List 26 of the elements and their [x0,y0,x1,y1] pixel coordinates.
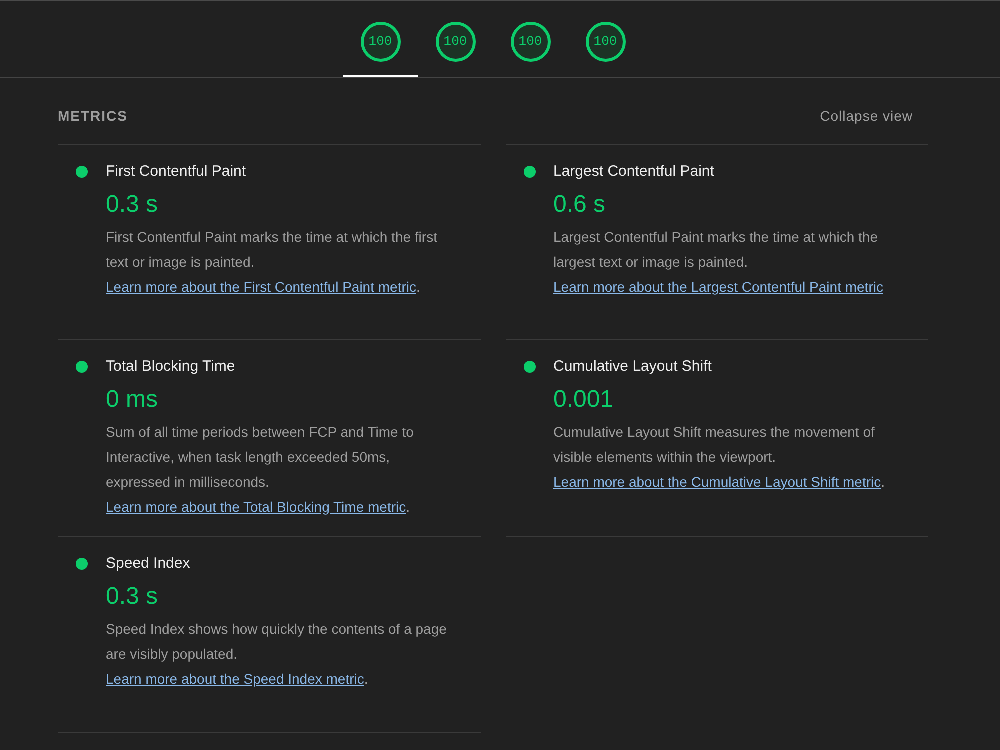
metric-description: First Contentful Paint marks the time at which the first text or image is painted. Learn more about the First Contentful Paint metric. [106,228,438,297]
learn-more-link[interactable]: Learn more about the Cumulative Layout Shift metric [554,474,882,490]
learn-more-link[interactable]: Learn more about the Largest Contentful Paint metric [554,279,884,295]
learn-more-link[interactable]: Learn more about the First Contentful Paint metric [106,279,416,295]
metric-title: Total Blocking Time [106,357,236,377]
metric-title: Largest Contentful Paint [554,162,716,182]
metric-description: Cumulative Layout Shift measures the movement of visible elements within the viewport. Learn more about the Cumulative Layout Shift metric. [554,423,886,492]
section-heading: METRICS [58,106,128,126]
score-tab[interactable]: 100 [568,1,643,77]
metric-description: Largest Contentful Paint marks the time at which the largest text or image is painted. Learn more about the Largest Contentful Paint metric [554,228,884,297]
metric-value: 0 ms [106,385,160,415]
metric-description: Sum of all time periods between FCP and Time to Interactive, when task length exceeded 50ms, expressed in milliseconds. Learn more about the Total Blocking Time metric. [106,423,415,517]
collapse-view-button[interactable]: Collapse view [820,106,913,126]
metric-value: 0.3 s [106,190,160,220]
learn-more-link[interactable]: Learn more about the Speed Index metric [106,671,364,687]
metric-title: Speed Index [106,554,192,574]
metric-value: 0.6 s [554,190,607,220]
learn-more-link[interactable]: Learn more about the Total Blocking Time metric [106,499,406,515]
metric-value: 0.3 s [106,582,160,612]
metric-title: Cumulative Layout Shift [554,357,713,377]
score-tab[interactable]: 100 [493,1,568,77]
metric-value: 0.001 [554,385,615,415]
score-tab[interactable]: 100 [418,1,493,77]
score-tab[interactable]: 100 [343,1,418,77]
metric-description: Speed Index shows how quickly the contents of a page are visibly populated. Learn more about the Speed Index metric. [106,620,448,689]
metric-title: First Contentful Paint [106,162,248,182]
